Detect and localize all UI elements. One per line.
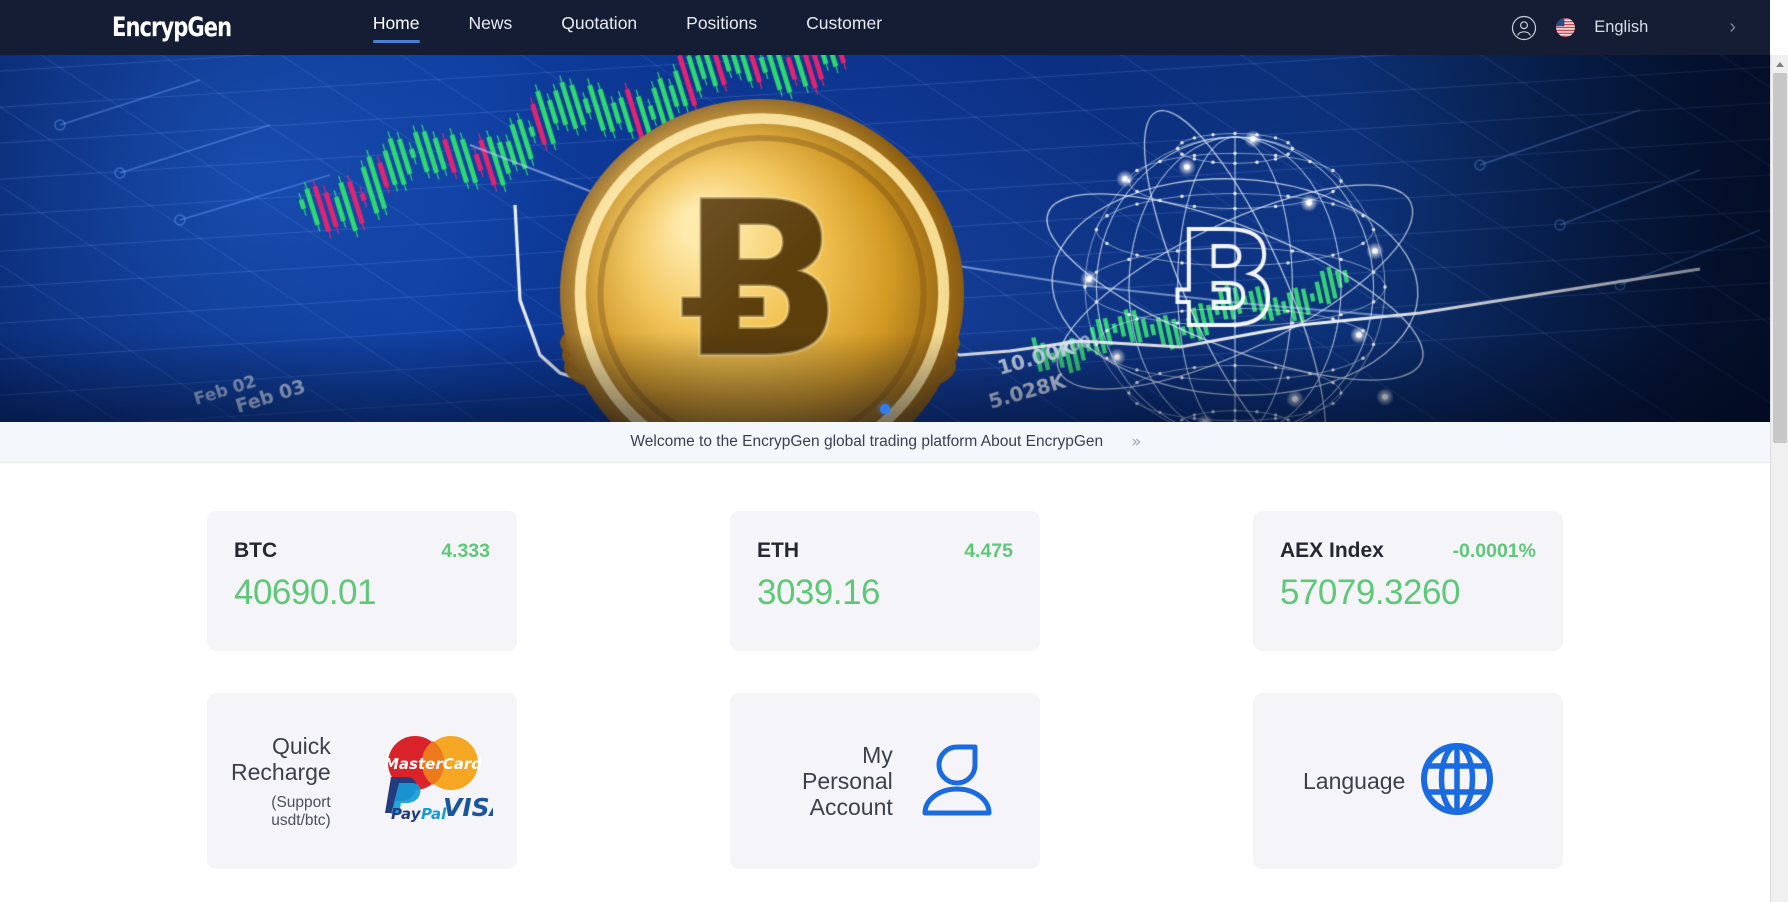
- globe-icon: [1419, 741, 1495, 822]
- quick-recharge-label: Quick Recharge: [231, 733, 331, 785]
- nav-item-positions[interactable]: Positions: [686, 13, 757, 43]
- ticker-header: BTC 4.333: [234, 539, 490, 563]
- language-card-label: Language: [1303, 768, 1405, 795]
- page-viewport: EncrypGen Home News Quotation Positions …: [0, 0, 1770, 902]
- ticker-price: 40690.01: [234, 573, 490, 613]
- primary-nav: Home News Quotation Positions Customer: [373, 13, 882, 43]
- ticker-symbol: BTC: [234, 539, 277, 563]
- ticker-change: -0.0001%: [1453, 540, 1536, 563]
- payment-logos: MasterCard Pay Pal VISA: [369, 731, 493, 832]
- scroll-up-arrow-icon: [1776, 62, 1784, 67]
- ticker-symbol: AEX Index: [1280, 539, 1384, 563]
- visa-logo: VISA: [443, 793, 493, 822]
- nav-item-quotation[interactable]: Quotation: [561, 13, 637, 43]
- personal-account-label: My Personal Account: [802, 742, 893, 821]
- next-section-peek: [200, 888, 292, 902]
- nav-item-customer[interactable]: Customer: [806, 13, 882, 43]
- hero-banner[interactable]: [0, 55, 1770, 422]
- ticker-header: AEX Index -0.0001%: [1280, 539, 1536, 563]
- nav-item-news[interactable]: News: [469, 13, 513, 43]
- chevron-right-icon[interactable]: ›: [1729, 16, 1736, 39]
- announcement-bar[interactable]: Welcome to the EncrypGen global trading …: [0, 422, 1770, 463]
- ticker-symbol: ETH: [757, 539, 799, 563]
- user-circle-icon[interactable]: [1511, 15, 1537, 41]
- ticker-header: ETH 4.475: [757, 539, 1013, 563]
- quick-recharge-sublabel: (Support usdt/btc): [231, 794, 331, 829]
- personal-account-card[interactable]: My Personal Account: [730, 693, 1040, 869]
- nav-item-home[interactable]: Home: [373, 13, 420, 43]
- scrollbar-thumb[interactable]: [1773, 73, 1787, 443]
- carousel-indicator-dot[interactable]: [880, 404, 890, 414]
- action-card-row: Quick Recharge (Support usdt/btc) Master…: [0, 693, 1770, 869]
- scroll-up-arrow[interactable]: [1771, 55, 1788, 73]
- announcement-text: Welcome to the EncrypGen global trading …: [630, 433, 1103, 451]
- hero-banner-artwork: [0, 55, 1770, 422]
- ticker-change: 4.475: [964, 540, 1013, 563]
- language-label[interactable]: English: [1594, 18, 1648, 37]
- ticker-card-aex-index[interactable]: AEX Index -0.0001% 57079.3260: [1253, 511, 1563, 651]
- quick-recharge-text: Quick Recharge (Support usdt/btc): [231, 733, 331, 829]
- vertical-scrollbar[interactable]: [1770, 55, 1788, 902]
- top-navigation-bar: EncrypGen Home News Quotation Positions …: [0, 0, 1770, 55]
- ticker-card-eth[interactable]: ETH 4.475 3039.16: [730, 511, 1040, 651]
- ticker-card-btc[interactable]: BTC 4.333 40690.01: [207, 511, 517, 651]
- quick-recharge-card[interactable]: Quick Recharge (Support usdt/btc) Master…: [207, 693, 517, 869]
- site-logo[interactable]: EncrypGen: [112, 12, 231, 43]
- language-card[interactable]: Language: [1253, 693, 1563, 869]
- ticker-change: 4.333: [441, 540, 490, 563]
- nav-right-cluster: English ›: [1511, 15, 1736, 41]
- ticker-price: 3039.16: [757, 573, 1013, 613]
- person-icon: [920, 739, 994, 824]
- main-content: BTC 4.333 40690.01 ETH 4.475 3039.16 AEX…: [0, 511, 1770, 869]
- us-flag-icon[interactable]: [1556, 18, 1575, 37]
- ticker-price: 57079.3260: [1280, 573, 1536, 613]
- svg-text:MasterCard: MasterCard: [384, 755, 482, 773]
- next-section-artwork: [200, 888, 292, 902]
- double-chevron-right-icon[interactable]: »: [1131, 432, 1139, 452]
- svg-text:Pay: Pay: [391, 805, 422, 823]
- ticker-card-row: BTC 4.333 40690.01 ETH 4.475 3039.16 AEX…: [0, 511, 1770, 651]
